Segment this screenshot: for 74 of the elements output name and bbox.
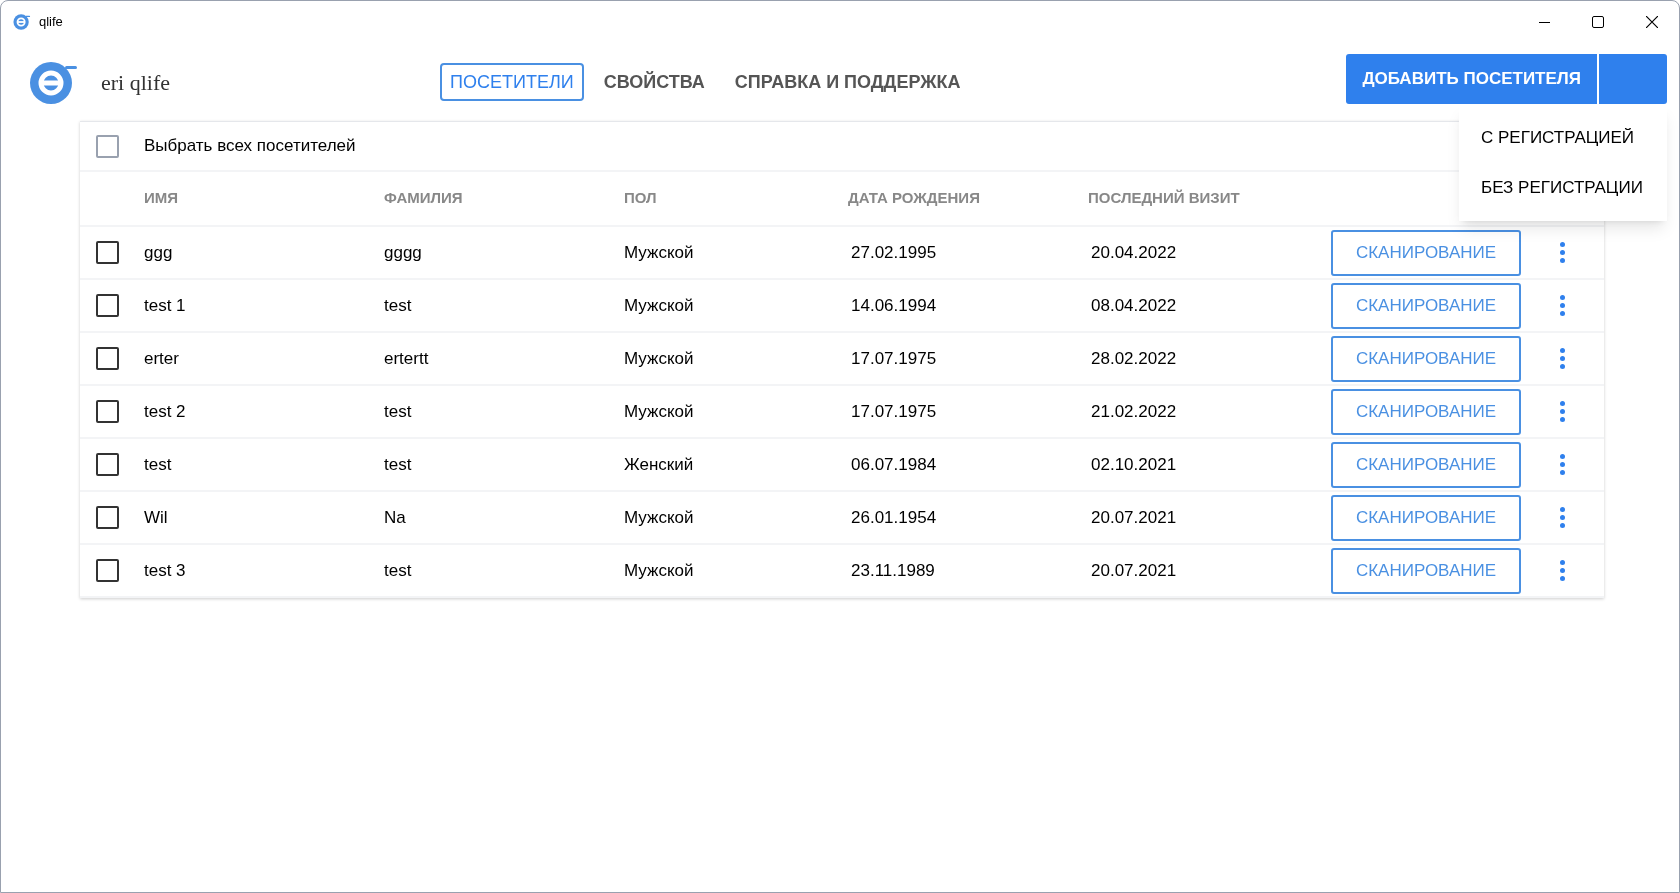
- more-options-icon[interactable]: [1558, 505, 1567, 530]
- table-cell: test 1: [144, 295, 186, 315]
- table-cell: 23.11.1989: [851, 560, 935, 580]
- more-options-icon[interactable]: [1558, 240, 1567, 265]
- nav-tab[interactable]: ПОСЕТИТЕЛИ: [440, 63, 584, 101]
- more-options-icon[interactable]: [1558, 399, 1567, 424]
- app-logo-icon: [29, 59, 79, 105]
- table-cell: 14.06.1994: [851, 295, 937, 315]
- table-cell: Мужской: [624, 507, 694, 527]
- menu-item[interactable]: С РЕГИСТРАЦИЕЙ: [1459, 113, 1667, 163]
- menu-item[interactable]: БЕЗ РЕГИСТРАЦИИ: [1459, 163, 1667, 213]
- row-checkbox[interactable]: [96, 241, 119, 264]
- table-cell: 20.07.2021: [1091, 507, 1177, 527]
- close-icon[interactable]: [1646, 16, 1658, 28]
- table-cell: gggg: [384, 242, 422, 262]
- window-title: qlife: [39, 13, 63, 32]
- table-cell: Мужской: [624, 242, 694, 262]
- scan-button[interactable]: СКАНИРОВАНИЕ: [1331, 494, 1521, 541]
- table-cell: test 3: [144, 560, 186, 580]
- table-cell: 26.01.1954: [851, 507, 937, 527]
- row-checkbox[interactable]: [96, 294, 119, 317]
- select-all-label: Выбрать всех посетителей: [144, 135, 356, 158]
- row-checkbox[interactable]: [96, 400, 119, 423]
- select-all-checkbox[interactable]: [96, 134, 119, 158]
- table-cell: test: [384, 560, 412, 580]
- table-cell: Мужской: [624, 401, 694, 421]
- more-options-icon[interactable]: [1558, 293, 1567, 318]
- app-name: eri qlife: [101, 68, 171, 97]
- table-cell: ertertt: [384, 348, 429, 368]
- table-cell: Wil: [144, 507, 168, 527]
- row-checkbox[interactable]: [96, 453, 119, 476]
- nav-tab[interactable]: СПРАВКА И ПОДДЕРЖКА: [724, 63, 971, 101]
- column-header: ФАМИЛИЯ: [384, 188, 464, 209]
- more-options-icon[interactable]: [1558, 346, 1567, 371]
- table-cell: test: [144, 454, 172, 474]
- nav-tab[interactable]: СВОЙСТВА: [593, 63, 715, 101]
- table-cell: test 2: [144, 401, 186, 421]
- table-cell: 21.02.2022: [1091, 401, 1177, 421]
- table-cell: test: [384, 454, 412, 474]
- column-header: ПОЛ: [624, 188, 658, 209]
- table-cell: Мужской: [624, 560, 694, 580]
- scan-button[interactable]: СКАНИРОВАНИЕ: [1331, 388, 1521, 435]
- table-cell: test: [384, 401, 412, 421]
- row-checkbox[interactable]: [96, 506, 119, 529]
- table-cell: 20.07.2021: [1091, 560, 1177, 580]
- row-checkbox[interactable]: [96, 559, 119, 582]
- scan-button[interactable]: СКАНИРОВАНИЕ: [1331, 229, 1521, 276]
- app-logo-icon: [13, 13, 31, 31]
- more-options-icon[interactable]: [1558, 452, 1567, 477]
- table-cell: Мужской: [624, 295, 694, 315]
- column-header: ДАТА РОЖДЕНИЯ: [848, 188, 981, 209]
- table-cell: 02.10.2021: [1091, 454, 1177, 474]
- more-options-icon[interactable]: [1558, 558, 1567, 583]
- table-cell: ggg: [144, 242, 173, 262]
- table-cell: Женский: [624, 454, 694, 474]
- table-cell: 17.07.1975: [851, 348, 937, 368]
- table-cell: 27.02.1995: [851, 242, 937, 262]
- table-cell: Na: [384, 507, 406, 527]
- scan-button[interactable]: СКАНИРОВАНИЕ: [1331, 282, 1521, 329]
- table-cell: erter: [144, 348, 179, 368]
- column-header: ПОСЛЕДНИЙ ВИЗИТ: [1088, 188, 1241, 209]
- table-cell: 28.02.2022: [1091, 348, 1177, 368]
- table-cell: test: [384, 295, 412, 315]
- add-visitor-button[interactable]: ДОБАВИТЬ ПОСЕТИТЕЛЯ: [1346, 54, 1597, 104]
- column-header: ИМЯ: [144, 188, 180, 209]
- table-cell: 20.04.2022: [1091, 242, 1177, 262]
- scan-button[interactable]: СКАНИРОВАНИЕ: [1331, 441, 1521, 488]
- table-cell: 17.07.1975: [851, 401, 937, 421]
- table-cell: 08.04.2022: [1091, 295, 1177, 315]
- row-checkbox[interactable]: [96, 347, 119, 370]
- scan-button[interactable]: СКАНИРОВАНИЕ: [1331, 547, 1521, 594]
- scan-button[interactable]: СКАНИРОВАНИЕ: [1331, 335, 1521, 382]
- table-cell: 06.07.1984: [851, 454, 937, 474]
- table-cell: Мужской: [624, 348, 694, 368]
